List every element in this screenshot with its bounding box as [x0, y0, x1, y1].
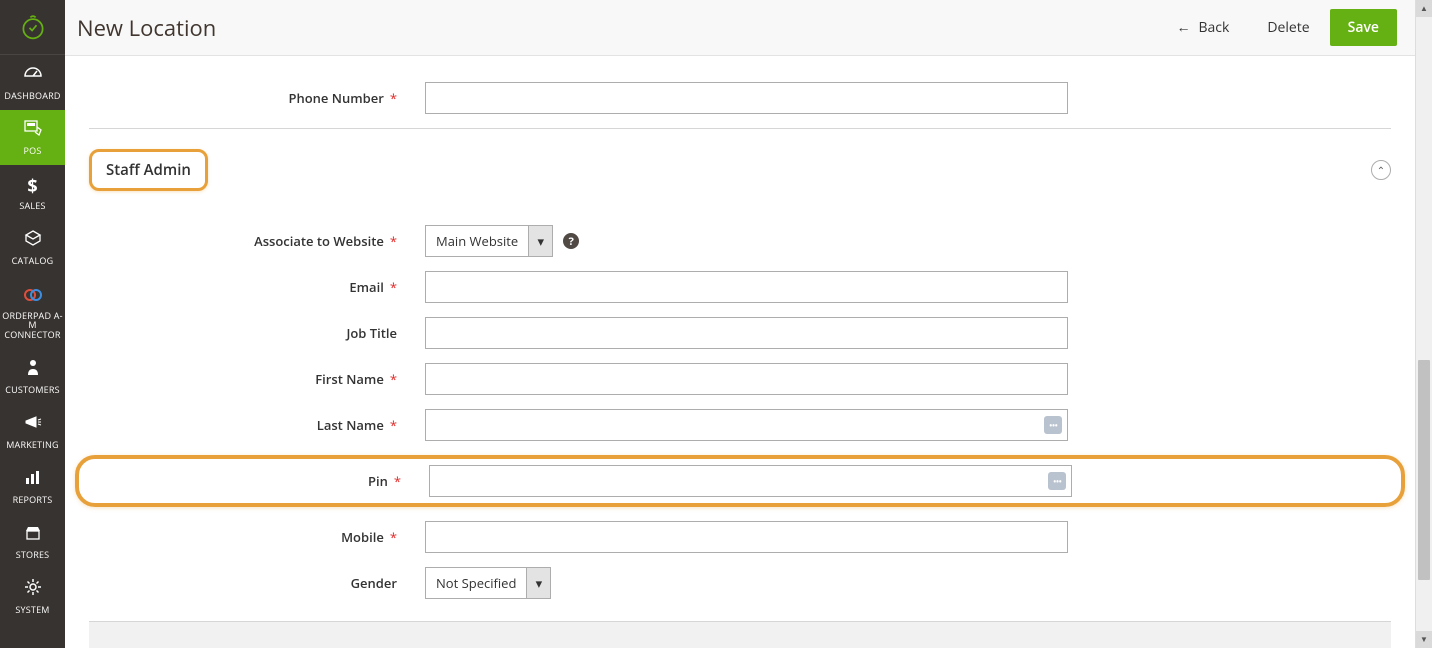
sidebar-label: STORES [16, 550, 50, 560]
stores-icon [24, 523, 42, 547]
email-label: Email* [89, 278, 425, 296]
chevron-down-icon: ▾ [528, 226, 552, 256]
section-title-staff-admin: Staff Admin [89, 149, 208, 191]
gender-select[interactable]: Not Specified ▾ [425, 567, 551, 599]
catalog-icon [24, 229, 42, 253]
pin-input[interactable] [429, 465, 1072, 497]
gender-value: Not Specified [426, 568, 526, 598]
required-mark: * [390, 528, 397, 546]
sidebar-label: MARKETING [6, 440, 58, 450]
page-title: New Location [77, 13, 216, 43]
sidebar-item-system[interactable]: SYSTEM [0, 569, 65, 624]
firstname-label: First Name* [89, 370, 425, 388]
email-input[interactable] [425, 271, 1068, 303]
scroll-thumb[interactable] [1418, 360, 1430, 580]
pos-icon [23, 119, 43, 143]
field-email: Email* [89, 271, 1391, 303]
field-phone: Phone Number* [89, 82, 1391, 114]
firstname-input[interactable] [425, 363, 1068, 395]
autofill-icon[interactable]: ••• [1044, 416, 1062, 434]
logo[interactable] [0, 0, 65, 55]
field-mobile: Mobile* [89, 521, 1391, 553]
sidebar-label: CUSTOMERS [5, 385, 60, 395]
chevron-up-icon: ⌃ [1377, 163, 1385, 177]
autofill-icon[interactable]: ••• [1048, 472, 1066, 490]
sidebar-label: SYSTEM [15, 605, 49, 615]
sidebar-item-marketing[interactable]: MARKETING [0, 404, 65, 459]
sidebar-label: POS [24, 146, 42, 156]
field-associate-website: Associate to Website* Main Website ▾ ? [89, 225, 1391, 257]
sidebar-label: SALES [19, 201, 45, 211]
logo-icon [19, 13, 47, 41]
gender-label: Gender [89, 574, 425, 592]
required-mark: * [390, 232, 397, 250]
required-mark: * [390, 278, 397, 296]
sidebar-item-pos[interactable]: POS [0, 110, 65, 165]
sidebar-label: REPORTS [13, 495, 53, 505]
content: Phone Number* Staff Admin ⌃ Associate to… [65, 56, 1415, 648]
mobile-label: Mobile* [89, 528, 425, 546]
required-mark: * [390, 416, 397, 434]
assoc-value: Main Website [426, 226, 528, 256]
pin-label: Pin* [89, 472, 429, 490]
jobtitle-input[interactable] [425, 317, 1068, 349]
collapse-toggle[interactable]: ⌃ [1371, 160, 1391, 180]
scroll-down-icon[interactable]: ▼ [1416, 631, 1432, 648]
sidebar-item-customers[interactable]: CUSTOMERS [0, 349, 65, 404]
required-mark: * [390, 89, 397, 107]
sidebar-item-reports[interactable]: REPORTS [0, 459, 65, 514]
sidebar-item-catalog[interactable]: CATALOG [0, 220, 65, 275]
required-mark: * [390, 370, 397, 388]
delete-label: Delete [1267, 18, 1309, 37]
field-pin-highlight: Pin* ••• [75, 455, 1405, 507]
customers-icon [26, 358, 40, 382]
sidebar-item-sales[interactable]: $ SALES [0, 165, 65, 220]
gear-icon [24, 578, 42, 602]
sidebar-label: DASHBOARD [4, 91, 60, 101]
arrow-left-icon: ← [1176, 18, 1190, 37]
sidebar: DASHBOARD POS $ SALES CATALOG ORDERPAD A… [0, 0, 65, 648]
sidebar-item-dashboard[interactable]: DASHBOARD [0, 55, 65, 110]
field-jobtitle: Job Title [89, 317, 1391, 349]
connector-icon [23, 284, 43, 308]
back-label: Back [1198, 18, 1229, 37]
divider [89, 128, 1391, 129]
phone-label: Phone Number* [89, 89, 425, 107]
lastname-input[interactable] [425, 409, 1068, 441]
delete-button[interactable]: Delete [1249, 10, 1327, 45]
help-icon[interactable]: ? [563, 233, 579, 249]
phone-input[interactable] [425, 82, 1068, 114]
reports-icon [24, 468, 42, 492]
section-header: Staff Admin ⌃ [89, 149, 1391, 191]
sidebar-item-connector[interactable]: ORDERPAD A-M CONNECTOR [0, 275, 65, 350]
scroll-up-icon[interactable]: ▲ [1416, 0, 1432, 17]
window-scrollbar[interactable]: ▲ ▼ [1415, 0, 1432, 648]
chevron-down-icon: ▾ [526, 568, 550, 598]
back-button[interactable]: ← Back [1158, 10, 1247, 45]
header-actions: ← Back Delete Save [1158, 9, 1397, 46]
field-firstname: First Name* [89, 363, 1391, 395]
required-mark: * [394, 472, 401, 490]
assoc-label: Associate to Website* [89, 232, 425, 250]
jobtitle-label: Job Title [89, 324, 425, 342]
sidebar-item-stores[interactable]: STORES [0, 514, 65, 569]
assoc-select[interactable]: Main Website ▾ [425, 225, 553, 257]
save-label: Save [1348, 18, 1379, 37]
dollar-icon: $ [27, 174, 37, 198]
field-gender: Gender Not Specified ▾ [89, 567, 1391, 599]
header: New Location ← Back Delete Save [65, 0, 1415, 56]
sidebar-label: CATALOG [12, 256, 54, 266]
dashboard-icon [23, 64, 43, 88]
field-lastname: Last Name* ••• [89, 409, 1391, 441]
megaphone-icon [24, 413, 42, 437]
footer: Privacy Policy | Report an Issue [89, 622, 1391, 648]
sidebar-label: ORDERPAD A-M CONNECTOR [2, 311, 63, 341]
lastname-label: Last Name* [89, 416, 425, 434]
mobile-input[interactable] [425, 521, 1068, 553]
main: New Location ← Back Delete Save Phone Nu [65, 0, 1415, 648]
save-button[interactable]: Save [1330, 9, 1397, 46]
